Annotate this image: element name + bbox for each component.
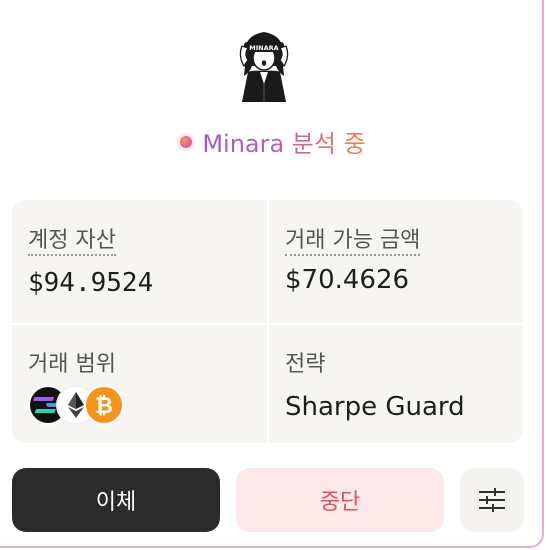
status-dot-icon: [180, 135, 193, 148]
tradable-amount-cell: 거래 가능 금액: [285, 222, 421, 256]
tradable-amount-value: $70.4626: [285, 265, 410, 295]
strategy-label: 전략: [285, 352, 326, 377]
divider: [12, 323, 523, 325]
sliders-icon: [479, 488, 505, 512]
svg-text:₿: ₿: [95, 394, 113, 419]
transfer-button[interactable]: 이체: [12, 468, 220, 532]
settings-button[interactable]: [460, 468, 524, 532]
stats-panel: 계정 자산 $94.9524 거래 가능 금액 $70.4626 거래 범위 전…: [12, 200, 523, 443]
account-assets-cell: 계정 자산: [28, 222, 116, 256]
analysis-status: Minara 분석 중: [0, 124, 546, 159]
trading-range-label: 거래 범위: [28, 352, 116, 377]
bitcoin-icon: ₿: [84, 385, 124, 425]
avatar-caption: MINARA: [249, 44, 278, 52]
account-assets-label[interactable]: 계정 자산: [28, 228, 116, 256]
minara-avatar-icon: MINARA: [239, 32, 289, 102]
account-assets-value: $94.9524: [28, 268, 154, 298]
trading-range-cell: 거래 범위: [28, 346, 116, 378]
strategy-cell: 전략: [285, 346, 325, 378]
status-text: Minara 분석 중: [202, 124, 365, 159]
tradable-amount-label[interactable]: 거래 가능 금액: [285, 228, 421, 256]
divider: [267, 200, 269, 443]
strategy-value: Sharpe Guard: [285, 392, 465, 422]
stop-button[interactable]: 중단: [236, 468, 444, 532]
